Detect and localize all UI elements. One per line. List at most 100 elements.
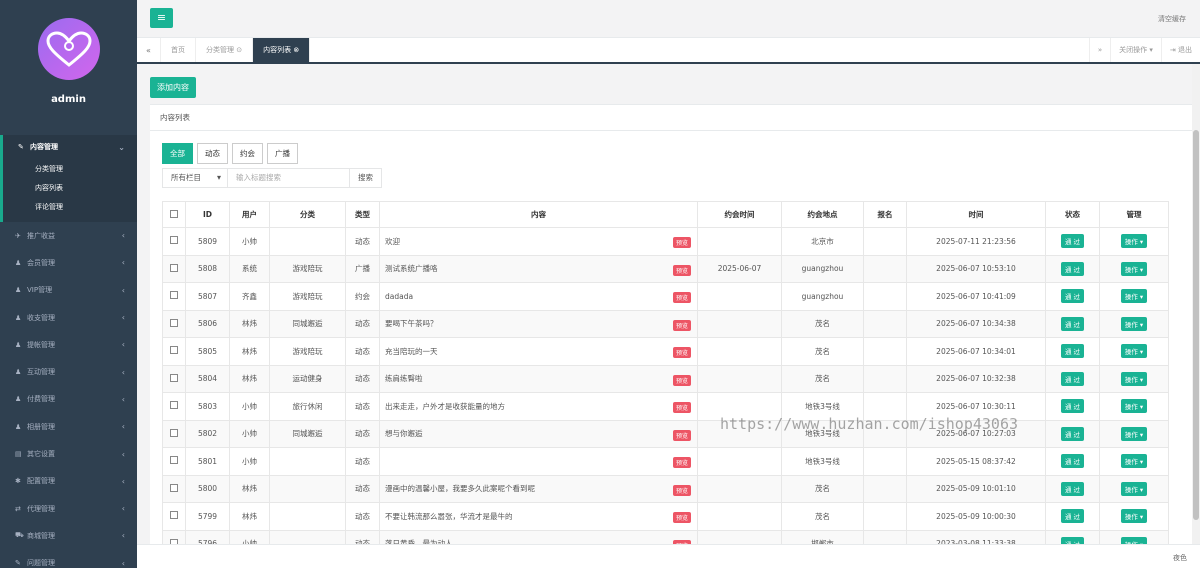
sidebar-item[interactable]: ✎ 问题管理 ‹ <box>0 550 137 568</box>
row-checkbox[interactable] <box>170 373 178 382</box>
sidebar-item[interactable]: ♟ VIP管理 ‹ <box>0 277 137 304</box>
nav-item-content-management[interactable]: ✎ 内容管理 ⌄ <box>3 135 137 159</box>
preview-button[interactable]: 预览 <box>672 484 691 496</box>
sidebar-item[interactable]: ♟ 互动管理 ‹ <box>0 358 137 385</box>
operation-dropdown-button[interactable]: 操作 ▾ <box>1120 261 1148 276</box>
status-badge[interactable]: 通 过 <box>1060 371 1085 386</box>
logout-button[interactable]: ⇥ 退出 <box>1160 38 1200 62</box>
row-checkbox-cell[interactable] <box>162 529 186 544</box>
preview-button[interactable]: 预览 <box>672 347 691 358</box>
search-button[interactable]: 搜索 <box>350 168 382 188</box>
status-badge[interactable]: 通 过 <box>1060 289 1085 304</box>
sidebar-item[interactable]: ♟ 收支管理 ‹ <box>0 304 137 331</box>
row-checkbox[interactable] <box>170 263 178 272</box>
sidebar-item[interactable]: ✈ 推广收益 ‹ <box>0 222 137 249</box>
operation-dropdown-button[interactable]: 操作 ▾ <box>1120 426 1148 441</box>
preview-button[interactable]: 预览 <box>672 429 691 441</box>
status-badge[interactable]: 通 过 <box>1060 481 1085 496</box>
preview-button[interactable]: 预览 <box>672 264 691 276</box>
search-input[interactable]: 输入标题搜索 <box>228 168 350 188</box>
status-badge[interactable]: 通 过 <box>1060 234 1085 249</box>
tab-home[interactable]: 首页 <box>161 38 196 62</box>
sidebar-item[interactable]: ✱ 配置管理 ‹ <box>0 468 137 495</box>
status-badge[interactable]: 通 过 <box>1060 399 1085 414</box>
sidebar-item[interactable]: ♟ 相册管理 ‹ <box>0 413 137 440</box>
filter-moments[interactable]: 动态 <box>197 143 228 164</box>
preview-button[interactable]: 预览 <box>672 402 691 413</box>
row-checkbox[interactable] <box>170 456 178 465</box>
menu-toggle-button[interactable]: ≡ <box>150 8 173 28</box>
preview-button[interactable]: 预览 <box>672 237 691 248</box>
operation-dropdown-button[interactable]: 操作 ▾ <box>1120 316 1148 331</box>
operation-dropdown-button[interactable]: 操作 ▾ <box>1120 399 1148 414</box>
select-all-header[interactable] <box>162 201 186 228</box>
operation-dropdown-button[interactable]: 操作 ▾ <box>1120 234 1148 249</box>
avatar[interactable] <box>37 18 100 80</box>
operation-dropdown-button[interactable]: 操作 ▾ <box>1120 289 1148 304</box>
row-checkbox[interactable] <box>170 483 178 492</box>
sidebar-item[interactable]: ⇄ 代理管理 ‹ <box>0 495 137 522</box>
sidebar-item[interactable]: ♟ 提帐管理 ‹ <box>0 331 137 358</box>
row-checkbox[interactable] <box>170 236 178 245</box>
sidebar-item[interactable]: ▤ 其它设置 ‹ <box>0 440 137 467</box>
row-checkbox-cell[interactable] <box>162 227 186 256</box>
status-badge[interactable]: 通 过 <box>1060 509 1085 524</box>
scrollbar[interactable] <box>1192 64 1200 544</box>
status-badge[interactable]: 通 过 <box>1060 426 1085 441</box>
sub-item-content-list[interactable]: 内容列表 <box>3 178 137 197</box>
tab-category[interactable]: 分类管理 ⊙ <box>196 38 254 62</box>
sidebar-item-label: 收支管理 <box>27 313 55 322</box>
sub-item-category[interactable]: 分类管理 <box>3 159 137 178</box>
sidebar-item[interactable]: ⛟ 商城管理 ‹ <box>0 522 137 549</box>
row-checkbox-cell[interactable] <box>162 502 186 531</box>
row-checkbox[interactable] <box>170 511 178 520</box>
row-checkbox[interactable] <box>170 291 178 300</box>
row-checkbox-cell[interactable] <box>162 419 186 448</box>
row-checkbox[interactable] <box>170 318 178 327</box>
operation-dropdown-button[interactable]: 操作 ▾ <box>1120 481 1148 496</box>
status-badge[interactable]: 通 过 <box>1060 261 1085 276</box>
add-content-button[interactable]: 添加内容 <box>150 77 196 98</box>
operation-dropdown-button[interactable]: 操作 ▾ <box>1120 454 1148 469</box>
preview-button[interactable]: 预览 <box>672 292 691 303</box>
operation-dropdown-button[interactable]: 操作 ▾ <box>1120 344 1148 359</box>
row-checkbox-cell[interactable] <box>162 447 186 476</box>
filter-all[interactable]: 全部 <box>162 143 193 164</box>
category-select[interactable]: 所有栏目 <box>162 168 228 188</box>
status-badge[interactable]: 通 过 <box>1060 316 1085 331</box>
status-badge[interactable]: 通 过 <box>1060 454 1085 469</box>
select-all-checkbox[interactable] <box>170 209 178 218</box>
row-checkbox-cell[interactable] <box>162 474 186 503</box>
operation-dropdown-button[interactable]: 操作 ▾ <box>1120 536 1148 544</box>
sub-item-comments[interactable]: 评论管理 <box>3 197 137 216</box>
close-ops-dropdown[interactable]: 关闭操作 ▾ <box>1110 38 1161 62</box>
clear-cache-link[interactable]: 清空缓存 <box>1158 14 1186 24</box>
row-checkbox-cell[interactable] <box>162 337 186 366</box>
status-badge[interactable]: 通 过 <box>1060 536 1085 544</box>
tab-prev-button[interactable]: « <box>137 38 161 62</box>
scrollbar-thumb[interactable] <box>1193 130 1199 520</box>
row-checkbox-cell[interactable] <box>162 254 186 283</box>
row-checkbox-cell[interactable] <box>162 282 186 311</box>
tab-content-list[interactable]: 内容列表 ⊗ <box>253 38 311 62</box>
preview-button[interactable]: 预览 <box>672 512 691 523</box>
row-checkbox[interactable] <box>170 428 178 437</box>
row-checkbox[interactable] <box>170 346 178 355</box>
status-badge[interactable]: 通 过 <box>1060 344 1085 359</box>
row-checkbox-cell[interactable] <box>162 364 186 393</box>
preview-button[interactable]: 预览 <box>672 319 691 331</box>
filter-dates[interactable]: 约会 <box>232 143 263 164</box>
row-checkbox[interactable] <box>170 401 178 410</box>
preview-button[interactable]: 预览 <box>672 374 691 386</box>
sidebar-item[interactable]: ♟ 付费管理 ‹ <box>0 386 137 413</box>
cell-date-time <box>697 309 782 338</box>
operation-dropdown-button[interactable]: 操作 ▾ <box>1120 509 1148 524</box>
row-checkbox-cell[interactable] <box>162 309 186 338</box>
tab-next-button[interactable]: » <box>1088 38 1111 62</box>
row-checkbox-cell[interactable] <box>162 392 186 421</box>
filter-broadcast[interactable]: 广播 <box>267 143 298 164</box>
operation-dropdown-button[interactable]: 操作 ▾ <box>1120 371 1148 386</box>
preview-button[interactable]: 预览 <box>672 457 691 468</box>
sidebar-item[interactable]: ♟ 会员管理 ‹ <box>0 249 137 276</box>
cell-place: 茂名 <box>781 474 864 503</box>
